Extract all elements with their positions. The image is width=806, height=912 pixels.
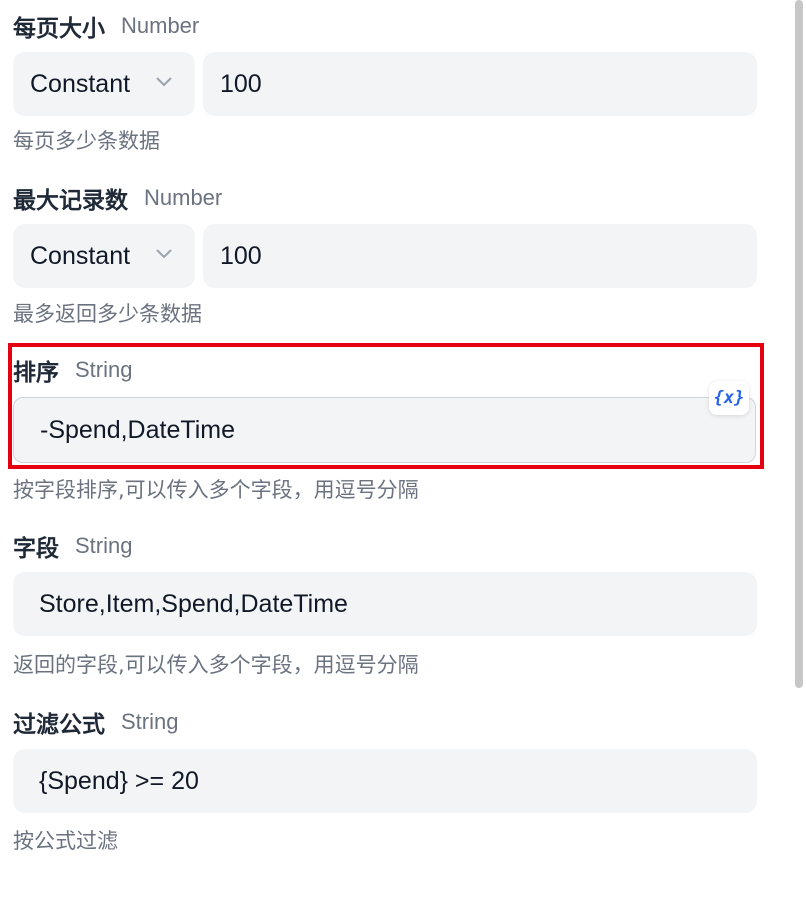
field-header-max-records: 最大记录数 Number xyxy=(13,180,222,216)
field-type: String xyxy=(121,709,179,734)
max-records-mode-select[interactable]: Constant xyxy=(13,224,195,288)
fields-help: 返回的字段,可以传入多个字段，用逗号分隔 xyxy=(13,653,419,677)
max-records-input[interactable]: 100 xyxy=(203,224,757,288)
page-size-input[interactable]: 100 xyxy=(203,52,757,116)
chevron-down-icon xyxy=(156,77,172,87)
field-label: 排序 xyxy=(13,360,59,386)
select-value: Constant xyxy=(30,241,131,270)
field-type: String xyxy=(75,533,133,558)
input-value: Store,Item,Spend,DateTime xyxy=(39,589,348,618)
properties-panel: 每页大小 Number Constant 100 每页多少条数据 最大记录数 N… xyxy=(0,0,806,912)
filter-formula-input[interactable]: {Spend} >= 20 xyxy=(13,749,757,813)
insert-variable-button[interactable]: {x} xyxy=(709,381,749,415)
select-value: Constant xyxy=(30,69,131,98)
field-type: Number xyxy=(144,185,223,210)
field-label: 每页大小 xyxy=(13,16,105,42)
filter-formula-help: 按公式过滤 xyxy=(13,829,118,853)
field-header-sort: 排序 String xyxy=(13,352,132,388)
input-value: {Spend} >= 20 xyxy=(39,766,199,795)
field-type: String xyxy=(75,357,133,382)
field-label: 字段 xyxy=(13,536,59,562)
fields-input[interactable]: Store,Item,Spend,DateTime xyxy=(13,572,757,636)
sort-input[interactable]: -Spend,DateTime xyxy=(13,397,756,463)
input-value: 100 xyxy=(220,241,262,270)
max-records-help: 最多返回多少条数据 xyxy=(13,302,202,326)
page-size-help: 每页多少条数据 xyxy=(13,129,160,153)
field-type: Number xyxy=(121,13,200,38)
page-size-mode-select[interactable]: Constant xyxy=(13,52,195,116)
scrollbar-thumb[interactable] xyxy=(795,0,803,688)
field-header-fields: 字段 String xyxy=(13,528,132,564)
input-value: 100 xyxy=(220,69,262,98)
chevron-down-icon xyxy=(156,249,172,259)
variable-icon: {x} xyxy=(713,388,745,408)
input-value: -Spend,DateTime xyxy=(40,415,235,444)
field-header-page-size: 每页大小 Number xyxy=(13,8,199,44)
max-records-row: Constant 100 xyxy=(13,224,757,288)
field-label: 最大记录数 xyxy=(13,188,128,214)
page-size-row: Constant 100 xyxy=(13,52,757,116)
field-label: 过滤公式 xyxy=(13,712,105,738)
sort-help: 按字段排序,可以传入多个字段，用逗号分隔 xyxy=(13,478,419,502)
field-header-filter: 过滤公式 String xyxy=(13,704,178,740)
